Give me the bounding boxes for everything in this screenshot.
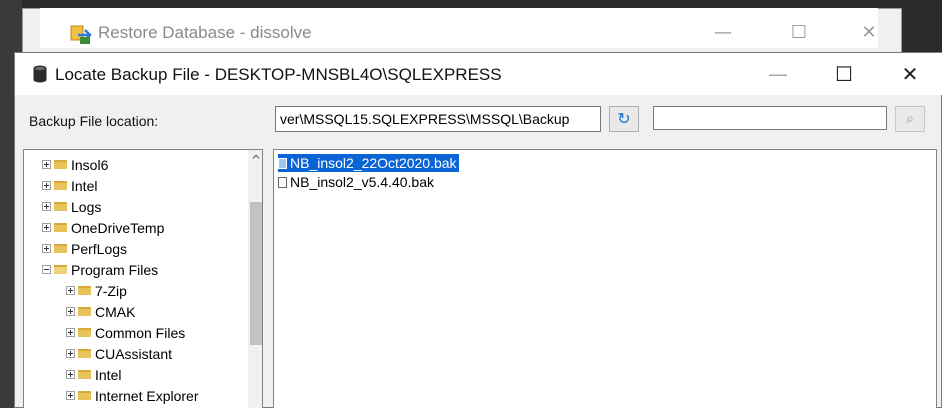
tree-item-cmak[interactable]: CMAK [66,301,135,322]
expand-icon[interactable] [66,391,75,400]
expand-icon[interactable] [66,307,75,316]
tree-item-common-files[interactable]: Common Files [66,322,185,343]
scrollbar-thumb[interactable] [250,202,262,345]
expand-icon[interactable] [66,349,75,358]
expand-icon[interactable] [42,181,51,190]
tree-item-7zip[interactable]: 7-Zip [66,280,127,301]
search-button[interactable]: ⌕ [895,106,925,132]
restore-database-icon [70,25,92,44]
expand-icon[interactable] [66,286,75,295]
folder-tree[interactable]: Insol6 Intel Logs OneDriveTemp PerfLogs … [23,149,263,408]
folder-icon [78,370,91,379]
tree-item-label: Common Files [95,324,186,341]
tree-item-label: CMAK [95,303,136,320]
file-icon [278,157,287,169]
maximize-button[interactable]: ☐ [821,57,867,91]
search-icon: ⌕ [906,111,914,127]
folder-icon [54,223,67,232]
tree-item-program-files[interactable]: Program Files [42,259,158,280]
tree-item-label: OneDriveTemp [71,219,165,236]
tree-item-label: Internet Explorer [95,387,199,404]
expand-icon[interactable] [42,202,51,211]
folder-icon [54,160,67,169]
tree-item-label: Logs [71,198,102,215]
folder-icon [78,307,91,316]
close-button[interactable]: ✕ [887,57,933,91]
tree-item-label: PerfLogs [71,240,128,257]
folder-icon [54,181,67,190]
expand-icon[interactable] [42,223,51,232]
backup-location-input[interactable]: ver\MSSQL15.SQLEXPRESS\MSSQL\Backup [275,106,601,132]
expand-icon[interactable] [66,370,75,379]
tree-item-internet-explorer[interactable]: Internet Explorer [66,385,199,406]
scroll-up-arrow-icon[interactable]: ^ [248,152,262,168]
file-list[interactable]: NB_insol2_22Oct2020.bak NB_insol2_v5.4.4… [273,149,937,408]
restore-close-button[interactable]: ✕ [846,18,892,48]
tree-item-onedrivetemp[interactable]: OneDriveTemp [42,217,164,238]
folder-icon [78,349,91,358]
tree-item-label: CUAssistant [95,345,173,362]
folder-icon [78,286,91,295]
tree-item-label: 7-Zip [95,282,127,299]
folder-icon [54,244,67,253]
file-icon [278,176,287,188]
tree-item-intel-sub[interactable]: Intel [66,364,121,385]
expand-icon[interactable] [42,160,51,169]
tree-item-label: Insol6 [71,156,109,173]
tree-item-label: Intel [95,366,122,383]
tree-item-insol6[interactable]: Insol6 [42,154,108,175]
folder-icon [54,202,67,211]
locate-backup-file-dialog: Locate Backup File - DESKTOP-MNSBL4O\SQL… [14,52,942,408]
restore-minimize-button[interactable]: — [700,18,746,48]
tree-item-perflogs[interactable]: PerfLogs [42,238,127,259]
folder-icon [78,328,91,337]
tree-item-logs[interactable]: Logs [42,196,101,217]
restore-database-title: Restore Database - dissolve [98,23,312,42]
refresh-button[interactable]: ↻ [609,106,639,132]
refresh-icon: ↻ [617,109,631,128]
search-input[interactable] [653,106,887,130]
tree-item-intel[interactable]: Intel [42,175,97,196]
tree-item-cuassistant[interactable]: CUAssistant [66,343,172,364]
tree-item-label: Intel [71,177,98,194]
backup-location-label: Backup File location: [29,113,159,129]
dialog-titlebar: Locate Backup File - DESKTOP-MNSBL4O\SQL… [15,53,942,95]
folder-icon [78,391,91,400]
minimize-button[interactable]: — [755,57,801,91]
expand-icon[interactable] [66,328,75,337]
collapse-icon[interactable] [42,265,51,274]
tree-item-label: Program Files [71,261,159,278]
file-item-selected[interactable]: NB_insol2_22Oct2020.bak [278,154,459,172]
expand-icon[interactable] [42,244,51,253]
restore-maximize-button[interactable]: ☐ [776,18,822,48]
backup-location-value: ver\MSSQL15.SQLEXPRESS\MSSQL\Backup [280,111,570,127]
file-item-label: NB_insol2_22Oct2020.bak [290,155,457,171]
tree-scrollbar[interactable]: ^ [248,150,262,408]
folder-open-icon [54,265,67,274]
file-item-label: NB_insol2_v5.4.40.bak [290,174,434,190]
dialog-title: Locate Backup File - DESKTOP-MNSBL4O\SQL… [55,65,502,84]
database-icon [33,65,47,83]
file-item[interactable]: NB_insol2_v5.4.40.bak [278,173,434,191]
